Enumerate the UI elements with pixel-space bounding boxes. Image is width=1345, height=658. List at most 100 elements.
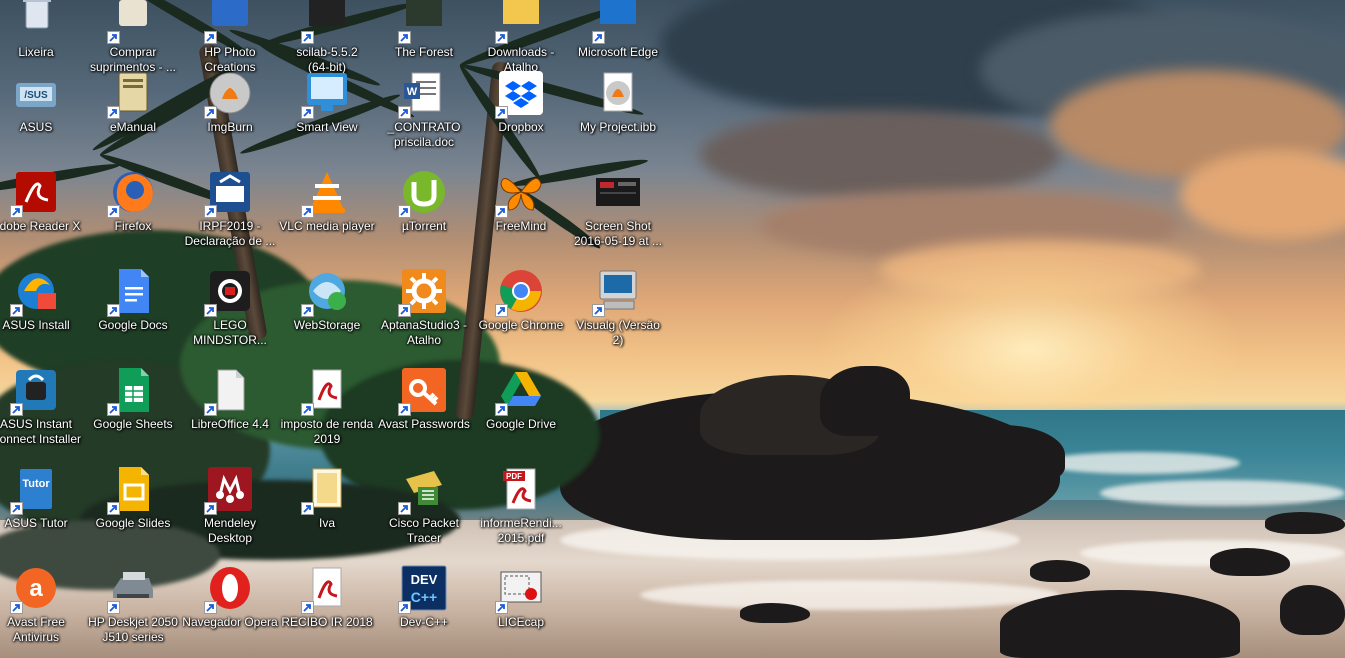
desktop-icon-folder-file[interactable]: Iva	[279, 461, 375, 555]
shortcut-arrow-icon	[495, 403, 508, 416]
desktop-icon-google-docs[interactable]: Google Docs	[85, 263, 181, 357]
desktop-icon-screenshot-file[interactable]: Screen Shot 2016-05-19 at ...	[570, 164, 666, 258]
label-line-1: Firefox	[114, 219, 152, 233]
desktop-icon-smart-view[interactable]: Smart View	[279, 65, 375, 159]
pdf-file-icon	[301, 366, 351, 416]
desktop-icon-libreoffice[interactable]: LibreOffice 4.4	[182, 362, 278, 456]
desktop-icon-label: Navegador Opera	[182, 615, 278, 630]
asus-icon: /SUS	[12, 69, 60, 117]
desktop-icon-chrome[interactable]: Google Chrome	[473, 263, 569, 357]
desktop-icon-label: VLC media player	[279, 219, 375, 234]
label-line-2: priscila.doc	[393, 135, 455, 149]
label-line-1: Lixeira	[18, 45, 54, 59]
google-docs-icon	[107, 267, 157, 317]
desktop-icon-imgburn[interactable]: ImgBurn	[182, 65, 278, 159]
label-line-1: Google Sheets	[93, 417, 173, 431]
label-line-1: Avast Passwords	[378, 417, 470, 431]
desktop-icon-adobe-reader[interactable]: Adobe Reader X	[0, 164, 84, 258]
desktop-icon-pdf-document[interactable]: PDF informeRendi... 2015.pdf	[473, 461, 569, 555]
desktop-icon-pdf-receipt[interactable]: RECIBO IR 2018	[279, 560, 375, 654]
shortcut-arrow-icon	[204, 106, 217, 119]
vlc-icon	[301, 168, 351, 218]
desktop-icon-label: _CONTRATO priscila.doc	[376, 120, 472, 150]
desktop-icon-utorrent[interactable]: µTorrent	[376, 164, 472, 258]
desktop-icon-google-slides[interactable]: Google Slides	[85, 461, 181, 555]
desktop-icon-label: ASUS Tutor	[0, 516, 84, 531]
desktop-icon-cisco-packet-tracer[interactable]: Cisco Packet Tracer	[376, 461, 472, 555]
desktop-icon-aptana[interactable]: AptanaStudio3 - Atalho	[376, 263, 472, 357]
google-drive-icon	[495, 366, 545, 416]
desktop-icon-label: Google Slides	[85, 516, 181, 531]
desktop-icon-asus-tutor[interactable]: Tutor ASUS Tutor	[0, 461, 84, 555]
smart-view-icon	[301, 69, 351, 119]
shortcut-arrow-icon	[592, 31, 605, 44]
label-line-1: Dropbox	[498, 120, 544, 134]
desktop-icon-printer[interactable]: HP Deskjet 2050 J510 series	[85, 560, 181, 654]
desktop-icon-licecap[interactable]: LICEcap	[473, 560, 569, 654]
desktop-icon-label: ASUS InstantConnect Installer	[0, 417, 84, 447]
label-line-1: VLC media player	[279, 219, 375, 233]
label-line-1: ImgBurn	[207, 120, 253, 134]
desktop-icon-dropbox[interactable]: Dropbox	[473, 65, 569, 159]
desktop-icon-label: Screen Shot 2016-05-19 at ...	[570, 219, 666, 249]
desktop-icon-google-drive[interactable]: Google Drive	[473, 362, 569, 456]
desktop-icon-dev-cpp[interactable]: DEV C++ Dev-C++	[376, 560, 472, 654]
libreoffice-icon	[204, 366, 254, 416]
label-line-1: Comprar	[109, 45, 157, 59]
svg-text:PDF: PDF	[506, 472, 522, 481]
desktop-icon-freemind[interactable]: FreeMind	[473, 164, 569, 258]
label-line-1: Mendeley	[203, 516, 257, 530]
desktop-icon-opera[interactable]: Navegador Opera	[182, 560, 278, 654]
desktop-icon-vlc[interactable]: VLC media player	[279, 164, 375, 258]
desktop-icon-word-document[interactable]: W _CONTRATO priscila.doc	[376, 65, 472, 159]
desktop-icon-label: Iva	[279, 516, 375, 531]
desktop-icon-asus-install[interactable]: ASUS Install	[0, 263, 84, 357]
desktop-icon-label: WebStorage	[279, 318, 375, 333]
desktop-icon-imgburn-project[interactable]: My Project.ibb	[570, 65, 666, 159]
label-line-1: WebStorage	[293, 318, 361, 332]
dropbox-icon	[495, 69, 545, 119]
shortcut-arrow-icon	[398, 403, 411, 416]
label-line-1: Screen Shot	[584, 219, 652, 233]
desktop-icon-asus-instant-connect[interactable]: ASUS InstantConnect Installer	[0, 362, 84, 456]
desktop-icon-avast-antivirus[interactable]: a Avast Free Antivirus	[0, 560, 84, 654]
screenshot-file-icon	[594, 168, 642, 216]
desktop-icon-label: Google Sheets	[85, 417, 181, 432]
desktop-icon-label: Avast Free Antivirus	[0, 615, 84, 645]
desktop-icon-webstorage[interactable]: WebStorage	[279, 263, 375, 357]
desktop-icon-label: Smart View	[279, 120, 375, 135]
utorrent-icon	[398, 168, 448, 218]
desktop-icon-google-sheets[interactable]: Google Sheets	[85, 362, 181, 456]
desktop-icon-avast-passwords[interactable]: Avast Passwords	[376, 362, 472, 456]
asus-tutor-icon: Tutor	[10, 465, 60, 515]
folder-icon	[495, 0, 545, 44]
label-line-1: RECIBO IR 2018	[281, 615, 373, 629]
emanual-icon	[107, 69, 157, 119]
desktop-icon-asus[interactable]: /SUS ASUS	[0, 65, 84, 159]
desktop-icon-mendeley[interactable]: Mendeley Desktop	[182, 461, 278, 555]
avast-antivirus-icon: a	[10, 564, 60, 614]
recycle-bin-icon	[12, 0, 60, 42]
desktop-icon-pdf-file[interactable]: imposto de renda 2019	[279, 362, 375, 456]
shopping-bag-icon	[107, 0, 157, 44]
desktop-icon-firefox[interactable]: Firefox	[85, 164, 181, 258]
label-line-1: scilab-5.5.2	[296, 45, 358, 59]
desktop-icon-lego-mindstorms[interactable]: LEGO MINDSTOR...	[182, 263, 278, 357]
desktop-icon-label: Avast Passwords	[376, 417, 472, 432]
desktop-icon-emanual[interactable]: eManual	[85, 65, 181, 159]
label-line-1: ASUS Install	[2, 318, 70, 332]
imgburn-project-icon	[594, 69, 642, 117]
pdf-receipt-icon	[301, 564, 351, 614]
label-line-1: Microsoft Edge	[577, 45, 659, 59]
label-line-1: eManual	[109, 120, 157, 134]
desktop-icon-irpf[interactable]: IRPF2019 - Declaração de ...	[182, 164, 278, 258]
printer-icon	[107, 564, 157, 614]
cisco-packet-tracer-icon	[398, 465, 448, 515]
shortcut-arrow-icon	[398, 106, 411, 119]
shortcut-arrow-icon	[301, 502, 314, 515]
desktop-icon-label: Microsoft Edge	[570, 45, 666, 60]
shortcut-arrow-icon	[398, 601, 411, 614]
folder-file-icon	[301, 465, 351, 515]
label-line-1: LICEcap	[497, 615, 545, 629]
desktop-icon-visualg[interactable]: Visualg (Versão 2)	[570, 263, 666, 357]
